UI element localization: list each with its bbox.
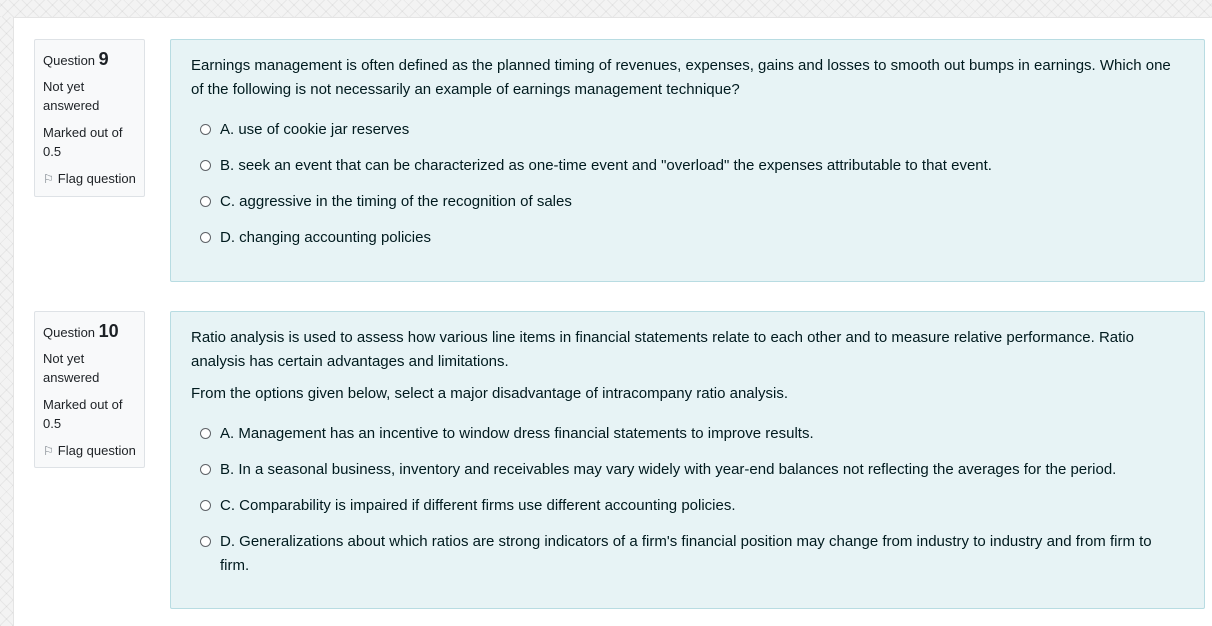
radio-button[interactable] bbox=[200, 536, 211, 547]
question-text: From the options given below, select a m… bbox=[191, 385, 788, 402]
question-content-9: Earnings management is often defined as … bbox=[170, 39, 1205, 282]
answer-label: C. Comparability is impaired if differen… bbox=[220, 497, 736, 514]
question-text: Earnings management is often defined as … bbox=[191, 57, 1171, 98]
question-number-value: 10 bbox=[98, 321, 119, 341]
answer-list: A. use of cookie jar reserves B. seek an… bbox=[191, 118, 1184, 250]
answer-label: D. Generalizations about which ratios ar… bbox=[220, 533, 1152, 574]
flag-icon: ⚐ bbox=[43, 172, 54, 186]
radio-button[interactable] bbox=[200, 500, 211, 511]
answer-label: C. aggressive in the timing of the recog… bbox=[220, 193, 572, 210]
question-label: Question bbox=[43, 325, 96, 340]
question-status: Not yet answered bbox=[43, 351, 100, 385]
question-grade: Marked out of 0.5 bbox=[43, 397, 123, 431]
radio-button[interactable] bbox=[200, 464, 211, 475]
answer-option-d[interactable]: D. changing accounting policies bbox=[191, 226, 1184, 250]
question-text: Ratio analysis is used to assess how var… bbox=[191, 329, 1134, 370]
question-status: Not yet answered bbox=[43, 79, 100, 113]
flag-icon: ⚐ bbox=[43, 444, 54, 458]
question-label: Question bbox=[43, 53, 96, 68]
radio-button[interactable] bbox=[200, 232, 211, 243]
question-info-10: Question 10 Not yet answered Marked out … bbox=[34, 311, 145, 468]
flag-question-link[interactable]: ⚐ Flag question bbox=[43, 441, 136, 461]
question-content-10: Ratio analysis is used to assess how var… bbox=[170, 311, 1205, 609]
answer-label: D. changing accounting policies bbox=[220, 229, 431, 246]
radio-button[interactable] bbox=[200, 428, 211, 439]
answer-label: A. Management has an incentive to window… bbox=[220, 425, 814, 442]
answer-option-c[interactable]: C. Comparability is impaired if differen… bbox=[191, 494, 1184, 518]
answer-label: B. In a seasonal business, inventory and… bbox=[220, 461, 1117, 478]
question-number-value: 9 bbox=[98, 49, 109, 69]
question-info-9: Question 9 Not yet answered Marked out o… bbox=[34, 39, 145, 197]
answer-option-c[interactable]: C. aggressive in the timing of the recog… bbox=[191, 190, 1184, 214]
flag-question-link[interactable]: ⚐ Flag question bbox=[43, 169, 136, 189]
answer-option-d[interactable]: D. Generalizations about which ratios ar… bbox=[191, 530, 1184, 578]
answer-option-b[interactable]: B. seek an event that can be characteriz… bbox=[191, 154, 1184, 178]
answer-option-a[interactable]: A. Management has an incentive to window… bbox=[191, 422, 1184, 446]
radio-button[interactable] bbox=[200, 124, 211, 135]
flag-question-label: Flag question bbox=[57, 443, 136, 458]
flag-question-label: Flag question bbox=[57, 171, 136, 186]
question-number: Question 10 bbox=[43, 321, 136, 343]
top-pattern-strip bbox=[0, 0, 1212, 18]
question-number: Question 9 bbox=[43, 49, 136, 71]
left-pattern-strip bbox=[0, 17, 14, 626]
answer-label: B. seek an event that can be characteriz… bbox=[220, 157, 992, 174]
answer-list: A. Management has an incentive to window… bbox=[191, 422, 1184, 578]
answer-label: A. use of cookie jar reserves bbox=[220, 121, 410, 138]
radio-button[interactable] bbox=[200, 196, 211, 207]
radio-button[interactable] bbox=[200, 160, 211, 171]
answer-option-a[interactable]: A. use of cookie jar reserves bbox=[191, 118, 1184, 142]
question-grade: Marked out of 0.5 bbox=[43, 125, 123, 159]
answer-option-b[interactable]: B. In a seasonal business, inventory and… bbox=[191, 458, 1184, 482]
